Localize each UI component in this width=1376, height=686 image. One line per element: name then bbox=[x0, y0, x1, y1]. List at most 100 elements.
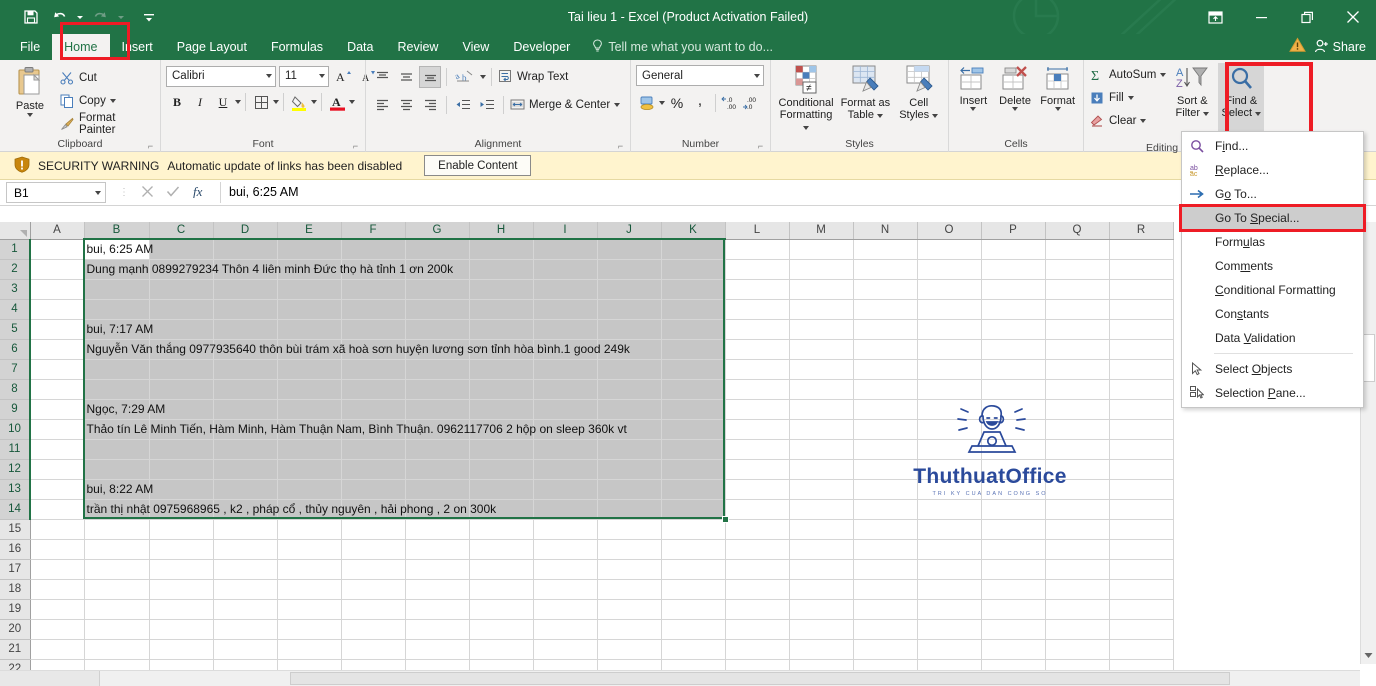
cell-P14[interactable] bbox=[981, 499, 1046, 520]
cell-P1[interactable] bbox=[981, 239, 1046, 260]
cell-M5[interactable] bbox=[789, 319, 854, 340]
cell-E17[interactable] bbox=[277, 559, 342, 580]
cell-D12[interactable] bbox=[213, 459, 278, 480]
cell-L18[interactable] bbox=[725, 579, 790, 600]
cell-I17[interactable] bbox=[533, 559, 598, 580]
cell-H9[interactable] bbox=[469, 399, 534, 420]
row-header-11[interactable]: 11 bbox=[0, 439, 31, 460]
cell-A14[interactable] bbox=[30, 499, 85, 520]
cell-C4[interactable] bbox=[149, 299, 214, 320]
cell-N13[interactable] bbox=[853, 479, 918, 500]
cell-B18[interactable] bbox=[84, 579, 150, 600]
cell-P4[interactable] bbox=[981, 299, 1046, 320]
menu-item-formulas[interactable]: Formulas bbox=[1182, 230, 1363, 254]
cell-I19[interactable] bbox=[533, 599, 598, 620]
cell-Q2[interactable] bbox=[1045, 259, 1110, 280]
cell-H5[interactable] bbox=[469, 319, 534, 340]
cell-I21[interactable] bbox=[533, 639, 598, 660]
cell-F11[interactable] bbox=[341, 439, 406, 460]
menu-item-go-to-special[interactable]: Go To Special... bbox=[1182, 206, 1363, 230]
cell-B21[interactable] bbox=[84, 639, 150, 660]
row-header-9[interactable]: 9 bbox=[0, 399, 31, 420]
cell-E1[interactable] bbox=[277, 239, 342, 260]
cell-P6[interactable] bbox=[981, 339, 1046, 360]
cell-J5[interactable] bbox=[597, 319, 662, 340]
cell-M14[interactable] bbox=[789, 499, 854, 520]
cell-P8[interactable] bbox=[981, 379, 1046, 400]
cell-O6[interactable] bbox=[917, 339, 982, 360]
cell-Q12[interactable] bbox=[1045, 459, 1110, 480]
tab-data[interactable]: Data bbox=[335, 34, 385, 60]
cell-G8[interactable] bbox=[405, 379, 470, 400]
cell-L21[interactable] bbox=[725, 639, 790, 660]
align-left-button[interactable] bbox=[371, 94, 393, 116]
cell-R2[interactable] bbox=[1109, 259, 1174, 280]
cell-R12[interactable] bbox=[1109, 459, 1174, 480]
cell-I14[interactable] bbox=[533, 499, 598, 520]
cell-R6[interactable] bbox=[1109, 339, 1174, 360]
cell-K7[interactable] bbox=[661, 359, 726, 380]
cell-I11[interactable] bbox=[533, 439, 598, 460]
align-center-button[interactable] bbox=[395, 94, 417, 116]
column-header-j[interactable]: J bbox=[597, 222, 662, 240]
cell-A12[interactable] bbox=[30, 459, 85, 480]
cell-B8[interactable] bbox=[84, 379, 150, 400]
format-cells-button[interactable]: Format bbox=[1037, 63, 1078, 111]
cell-H20[interactable] bbox=[469, 619, 534, 640]
cell-L14[interactable] bbox=[725, 499, 790, 520]
cell-O20[interactable] bbox=[917, 619, 982, 640]
cell-H16[interactable] bbox=[469, 539, 534, 560]
cell-C21[interactable] bbox=[149, 639, 214, 660]
column-header-n[interactable]: N bbox=[853, 222, 918, 240]
cell-G20[interactable] bbox=[405, 619, 470, 640]
fill-caret-icon[interactable] bbox=[1127, 95, 1134, 100]
paste-dropdown-caret-icon[interactable] bbox=[26, 113, 33, 117]
cell-G11[interactable] bbox=[405, 439, 470, 460]
cell-Q19[interactable] bbox=[1045, 599, 1110, 620]
cell-J11[interactable] bbox=[597, 439, 662, 460]
cell-I1[interactable] bbox=[533, 239, 598, 260]
cell-N20[interactable] bbox=[853, 619, 918, 640]
cell-E3[interactable] bbox=[277, 279, 342, 300]
cell-A15[interactable] bbox=[30, 519, 85, 540]
cell-K8[interactable] bbox=[661, 379, 726, 400]
menu-item-comments[interactable]: Comments bbox=[1182, 254, 1363, 278]
insert-cells-caret-icon[interactable] bbox=[970, 107, 977, 111]
cell-E12[interactable] bbox=[277, 459, 342, 480]
cell-D7[interactable] bbox=[213, 359, 278, 380]
column-header-r[interactable]: R bbox=[1109, 222, 1174, 240]
number-dialog-launcher[interactable]: ⌐ bbox=[756, 142, 765, 151]
cell-O11[interactable] bbox=[917, 439, 982, 460]
cell-O3[interactable] bbox=[917, 279, 982, 300]
cell-J1[interactable] bbox=[597, 239, 662, 260]
cell-H4[interactable] bbox=[469, 299, 534, 320]
cell-L17[interactable] bbox=[725, 559, 790, 580]
cell-G15[interactable] bbox=[405, 519, 470, 540]
borders-dropdown-caret-icon[interactable] bbox=[273, 100, 279, 104]
tab-developer[interactable]: Developer bbox=[501, 34, 582, 60]
column-header-d[interactable]: D bbox=[213, 222, 278, 240]
cell-F20[interactable] bbox=[341, 619, 406, 640]
cell-Q14[interactable] bbox=[1045, 499, 1110, 520]
cell-Q11[interactable] bbox=[1045, 439, 1110, 460]
cell-K4[interactable] bbox=[661, 299, 726, 320]
cell-B19[interactable] bbox=[84, 599, 150, 620]
cell-P7[interactable] bbox=[981, 359, 1046, 380]
cell-R10[interactable] bbox=[1109, 419, 1174, 440]
cell-M10[interactable] bbox=[789, 419, 854, 440]
cell-H15[interactable] bbox=[469, 519, 534, 540]
cell-R1[interactable] bbox=[1109, 239, 1174, 260]
minimize-icon[interactable] bbox=[1238, 0, 1284, 34]
column-header-m[interactable]: M bbox=[789, 222, 854, 240]
cell-D9[interactable] bbox=[213, 399, 278, 420]
cell-H2[interactable] bbox=[469, 259, 534, 280]
cell-N3[interactable] bbox=[853, 279, 918, 300]
cell-E15[interactable] bbox=[277, 519, 342, 540]
cell-Q10[interactable] bbox=[1045, 419, 1110, 440]
cell-L15[interactable] bbox=[725, 519, 790, 540]
column-header-b[interactable]: B bbox=[84, 222, 150, 240]
align-top-button[interactable] bbox=[371, 66, 393, 88]
cell-L16[interactable] bbox=[725, 539, 790, 560]
insert-function-icon[interactable]: fx bbox=[192, 184, 207, 201]
row-header-20[interactable]: 20 bbox=[0, 619, 31, 640]
